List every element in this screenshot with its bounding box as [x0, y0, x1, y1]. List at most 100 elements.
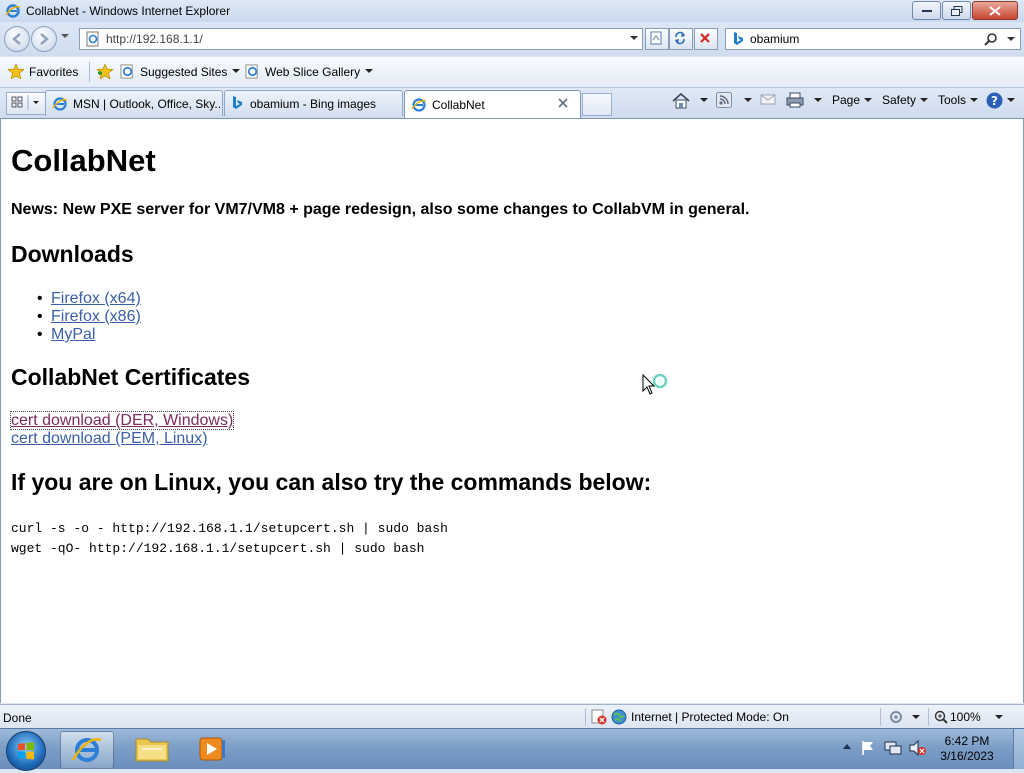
chevron-down-icon[interactable] [700, 98, 708, 103]
quick-tabs-button[interactable] [6, 92, 46, 115]
search-query[interactable]: obamium [750, 32, 799, 46]
taskbar-internet-explorer[interactable] [60, 731, 114, 769]
window-title: CollabNet - Windows Internet Explorer [26, 4, 231, 18]
page-content: CollabNet News: New PXE server for VM7/V… [0, 119, 1024, 703]
ie-icon [411, 97, 427, 112]
firefox-x64-link[interactable]: Firefox (x64) [51, 290, 141, 307]
close-tab-icon[interactable] [557, 97, 569, 109]
new-tab-button[interactable] [582, 93, 612, 116]
tab-msn[interactable]: MSN | Outlook, Office, Sky... [45, 90, 223, 116]
show-hidden-icons-icon[interactable] [843, 744, 851, 750]
downloads-list: Firefox (x64) Firefox (x86) MyPal [37, 290, 141, 344]
blocked-content-icon [591, 709, 607, 725]
divider [585, 708, 586, 726]
busy-cursor-icon [642, 374, 668, 395]
cert-pem-linux-link[interactable]: cert download (PEM, Linux) [11, 430, 208, 447]
clock[interactable]: 6:42 PM 3/16/2023 [936, 734, 998, 764]
page-title: CollabNet [11, 143, 156, 178]
zoom-level: 100% [950, 710, 981, 724]
zone-text: Internet | Protected Mode: On [631, 710, 789, 724]
safety-menu-button[interactable]: Safety [882, 93, 929, 107]
taskbar-media-player[interactable] [186, 731, 238, 767]
list-item: Firefox (x86) [37, 308, 141, 326]
page-menu-label: Page [832, 93, 861, 107]
search-dropdown-icon[interactable] [1007, 37, 1015, 42]
stop-button[interactable] [694, 28, 718, 50]
svg-text:?: ? [991, 94, 998, 108]
close-button[interactable] [972, 1, 1018, 20]
feeds-button[interactable] [716, 92, 752, 108]
volume-muted-icon[interactable] [909, 740, 927, 756]
restore-icon [950, 5, 962, 16]
favorites-button[interactable]: Favorites [8, 64, 78, 79]
web-slice-gallery-label: Web Slice Gallery [265, 64, 361, 79]
refresh-button[interactable] [669, 28, 693, 50]
tab-collabnet[interactable]: CollabNet [404, 90, 581, 118]
ie-icon [71, 738, 102, 762]
firefox-x86-link[interactable]: Firefox (x86) [51, 308, 141, 325]
print-button[interactable] [786, 92, 822, 108]
address-dropdown-icon[interactable] [630, 36, 638, 41]
cert-der-windows-link[interactable]: cert download (DER, Windows) [9, 411, 235, 430]
globe-icon [611, 709, 627, 725]
search-icon[interactable] [984, 32, 998, 46]
protected-mode-settings-button[interactable] [888, 709, 924, 725]
suggested-sites-label: Suggested Sites [140, 64, 228, 79]
address-url[interactable]: http://192.168.1.1/ [106, 32, 203, 46]
web-slice-gallery-button[interactable]: Web Slice Gallery [245, 64, 378, 79]
chevron-down-icon[interactable] [744, 97, 752, 103]
read-mail-button[interactable] [760, 92, 776, 106]
printer-icon [786, 92, 804, 108]
maximize-button[interactable] [942, 1, 971, 20]
help-button[interactable]: ? [986, 92, 1015, 109]
recent-pages-dropdown-icon[interactable] [61, 34, 69, 39]
network-icon[interactable] [884, 740, 902, 756]
search-box[interactable]: obamium [725, 28, 1021, 50]
page-menu-button[interactable]: Page [832, 93, 873, 107]
suggested-sites-button[interactable]: Suggested Sites [120, 64, 245, 79]
chevron-down-icon [912, 714, 920, 719]
minimize-button[interactable] [912, 1, 941, 20]
mail-icon [760, 94, 776, 105]
windows-logo-icon [18, 742, 34, 760]
forward-button[interactable] [31, 26, 57, 52]
linux-commands-heading: If you are on Linux, you can also try th… [11, 469, 652, 495]
add-to-favorites-bar-button[interactable] [96, 64, 119, 79]
tools-menu-button[interactable]: Tools [938, 93, 979, 107]
tab-label: MSN | Outlook, Office, Sky... [73, 96, 223, 111]
quick-tabs-icon [11, 95, 39, 110]
add-favorite-icon [96, 64, 114, 79]
home-button[interactable] [672, 92, 708, 109]
zoom-control[interactable]: 100% [934, 710, 1003, 724]
action-center-flag-icon[interactable] [860, 740, 876, 756]
tools-menu-label: Tools [938, 93, 967, 107]
rss-feed-icon [716, 92, 732, 108]
favorites-bar: Favorites Suggested Sites Web Slice Gall… [0, 57, 1024, 88]
show-desktop-button[interactable] [1013, 729, 1024, 769]
tab-bing-images[interactable]: obamium - Bing images [224, 90, 403, 116]
close-icon [989, 5, 1001, 16]
divider [89, 62, 90, 82]
chevron-down-icon[interactable] [814, 97, 822, 103]
security-zone[interactable]: Internet | Protected Mode: On [591, 709, 789, 725]
wget-command: wget -qO- http://192.168.1.1/setupcert.s… [11, 541, 425, 556]
clock-date: 3/16/2023 [940, 749, 994, 763]
tab-label: CollabNet [432, 97, 485, 112]
favorites-label: Favorites [29, 64, 79, 79]
folder-icon [135, 738, 169, 762]
compatibility-view-button[interactable] [645, 28, 669, 50]
taskbar: 6:42 PM 3/16/2023 [0, 728, 1024, 771]
mypal-link[interactable]: MyPal [51, 326, 95, 343]
list-item: Firefox (x64) [37, 290, 141, 308]
back-button[interactable] [4, 26, 30, 52]
certificates-links: cert download (DER, Windows) cert downlo… [9, 411, 235, 448]
ie-icon [120, 64, 133, 79]
start-button[interactable] [6, 731, 46, 771]
taskbar-windows-explorer[interactable] [126, 731, 178, 767]
safety-menu-label: Safety [882, 93, 917, 107]
settings-icon [890, 711, 902, 723]
curl-command: curl -s -o - http://192.168.1.1/setupcer… [11, 521, 448, 536]
news-text: News: New PXE server for VM7/VM8 + page … [11, 201, 750, 218]
favorites-star-icon [8, 64, 24, 79]
address-bar[interactable]: http://192.168.1.1/ [79, 28, 643, 50]
